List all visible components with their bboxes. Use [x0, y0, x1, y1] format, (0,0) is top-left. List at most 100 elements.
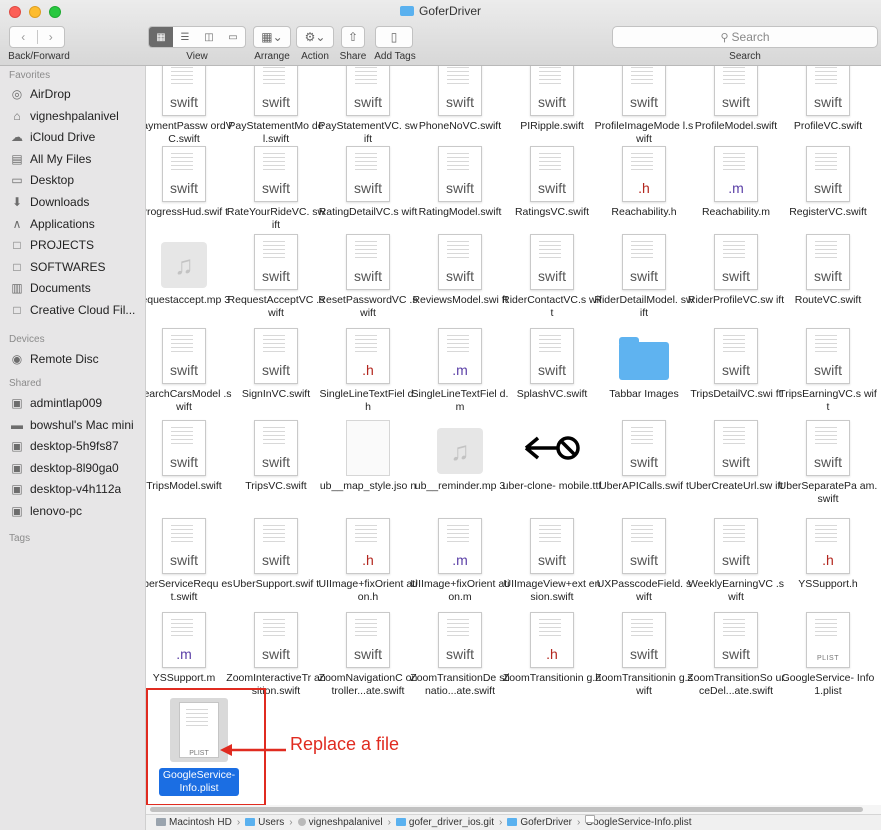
file-item[interactable]: swift PaymentPassw ordVC.swift — [146, 66, 233, 152]
file-item[interactable]: swift UberSupport.swif t — [230, 518, 322, 610]
selected-file-name[interactable]: GoogleService- Info.plist — [159, 768, 239, 796]
file-item[interactable]: swift ZoomTransitionDe stinatio...ate.swi… — [410, 612, 510, 704]
file-item[interactable]: .m Reachability.m — [690, 146, 782, 238]
swift-file-icon[interactable]: swift — [254, 612, 298, 668]
m-file-icon[interactable]: .m — [714, 146, 758, 202]
file-item[interactable]: swift ProgressHud.swif t — [146, 146, 230, 238]
file-item[interactable]: swift UIImageView+ext ension.swift — [504, 518, 601, 610]
swift-file-icon[interactable]: swift — [346, 234, 390, 290]
file-item[interactable]: swift WeeklyEarningVC .swift — [688, 518, 784, 610]
file-item[interactable]: swift ProfileVC.swift — [782, 66, 874, 152]
swift-file-icon[interactable]: swift — [254, 66, 298, 116]
file-item[interactable]: .h YSSupport.h — [782, 518, 874, 610]
sidebar-item-favorites-9[interactable]: ▥ Documents — [10, 278, 144, 298]
file-item[interactable]: ub__map_style.jso n — [320, 420, 416, 512]
file-item[interactable]: swift ZoomTransitionin g.swift — [595, 612, 693, 704]
swift-file-icon[interactable]: swift — [622, 518, 666, 574]
swift-file-icon[interactable]: swift — [806, 234, 850, 290]
swift-file-icon[interactable]: swift — [622, 420, 666, 476]
file-item[interactable]: swift RegisterVC.swift — [782, 146, 874, 238]
swift-file-icon[interactable]: swift — [254, 234, 298, 290]
swift-file-icon[interactable]: swift — [806, 66, 850, 116]
file-item[interactable]: swift RiderDetailModel. swift — [594, 234, 694, 326]
view-mode-control[interactable]: ▦ ☰ ◫ ▭ — [148, 26, 246, 48]
h-file-icon[interactable]: .h — [346, 328, 390, 384]
file-item[interactable]: swift SplashVC.swift — [506, 328, 598, 420]
sidebar-item-favorites-8[interactable]: □ SOFTWARES — [10, 257, 144, 277]
swift-file-icon[interactable]: swift — [254, 518, 298, 574]
back-forward-control[interactable]: ‹ › — [9, 26, 65, 48]
swift-file-icon[interactable]: swift — [530, 328, 574, 384]
file-item[interactable]: .h Reachability.h — [598, 146, 690, 238]
file-item[interactable]: swift TripsDetailVC.swi ft — [690, 328, 782, 420]
file-item[interactable]: swift ProfileImageMode l.swift — [595, 66, 693, 152]
sidebar-item-favorites-10[interactable]: □ Creative Cloud Fil... — [10, 300, 144, 320]
swift-file-icon[interactable]: swift — [438, 66, 482, 116]
audio-file-icon[interactable]: ♫ — [437, 428, 483, 474]
swift-file-icon[interactable]: swift — [806, 146, 850, 202]
column-view-icon[interactable]: ◫ — [197, 27, 221, 47]
file-item[interactable]: swift UberAPICalls.swif t — [598, 420, 690, 512]
sidebar-item-favorites-3[interactable]: ▤ All My Files — [10, 149, 144, 169]
path-segment[interactable]: GoogleService-Info.plist — [585, 815, 692, 830]
file-item[interactable]: swift TripsModel.swift — [146, 420, 230, 512]
sidebar-item-favorites-4[interactable]: ▭ Desktop — [10, 170, 144, 190]
swift-file-icon[interactable]: swift — [162, 518, 206, 574]
cover-flow-icon[interactable]: ▭ — [221, 27, 245, 47]
swift-file-icon[interactable]: swift — [622, 234, 666, 290]
action-button[interactable]: ⚙⌄ — [296, 26, 334, 48]
audio-file-icon[interactable]: ♫ — [161, 242, 207, 288]
path-segment[interactable]: gofer_driver_ios.git — [395, 815, 494, 830]
file-item[interactable]: swift UberSeparatePa am.swift — [779, 420, 877, 512]
json-file-icon[interactable] — [346, 420, 390, 476]
swift-file-icon[interactable]: swift — [714, 234, 758, 290]
path-segment[interactable]: Macintosh HD — [156, 815, 232, 830]
m-file-icon[interactable]: .m — [162, 612, 206, 668]
file-item[interactable]: .m SingleLineTextFiel d.m — [412, 328, 508, 420]
file-item[interactable]: ♫ requestaccept.mp 3 — [146, 234, 230, 326]
swift-file-icon[interactable]: swift — [530, 234, 574, 290]
file-item[interactable]: swift RatingsVC.swift — [506, 146, 598, 238]
file-item[interactable]: Tabbar Images — [598, 328, 690, 420]
swift-file-icon[interactable]: swift — [806, 328, 850, 384]
back-arrow-icon[interactable]: ‹ — [10, 30, 37, 44]
sidebar-item-shared-3[interactable]: ▣ desktop-8l90ga0 — [10, 458, 144, 478]
scrollbar-thumb[interactable] — [150, 807, 863, 812]
sidebar-item-favorites-0[interactable]: ◎ AirDrop — [10, 84, 144, 104]
swift-file-icon[interactable]: swift — [438, 146, 482, 202]
list-view-icon[interactable]: ☰ — [173, 27, 197, 47]
swift-file-icon[interactable]: swift — [162, 66, 206, 116]
file-item[interactable]: swift RiderContactVC.s wift — [502, 234, 602, 326]
h-file-icon[interactable]: .h — [806, 518, 850, 574]
file-item[interactable]: swift RouteVC.swift — [782, 234, 874, 326]
file-item[interactable]: uber-clone- mobile.ttf — [503, 420, 601, 512]
file-item[interactable]: swift RatingDetailVC.s wift — [319, 146, 417, 238]
file-item[interactable]: swift RiderProfileVC.sw ift — [688, 234, 784, 326]
swift-file-icon[interactable]: swift — [254, 420, 298, 476]
h-file-icon[interactable]: .h — [346, 518, 390, 574]
sidebar-item-favorites-5[interactable]: ⬇ Downloads — [10, 192, 144, 212]
swift-file-icon[interactable]: swift — [254, 328, 298, 384]
forward-arrow-icon[interactable]: › — [36, 30, 65, 44]
swift-file-icon[interactable]: swift — [162, 420, 206, 476]
file-item[interactable]: swift UberCreateUrl.sw ift — [689, 420, 783, 512]
swift-file-icon[interactable]: swift — [622, 612, 666, 668]
swift-file-icon[interactable]: swift — [346, 146, 390, 202]
file-item[interactable]: .m UIImage+fixOrient ation.m — [411, 518, 509, 610]
swift-file-icon[interactable]: swift — [162, 328, 206, 384]
sidebar-item-favorites-2[interactable]: ☁ iCloud Drive — [10, 127, 144, 147]
file-item[interactable]: swift TripsEarningVC.s wift — [779, 328, 877, 420]
sidebar-item-shared-4[interactable]: ▣ desktop-v4h112a — [10, 479, 144, 499]
search-input[interactable]: ⚲ Search — [612, 26, 878, 48]
swift-file-icon[interactable]: swift — [254, 146, 298, 202]
folder-icon[interactable] — [619, 337, 669, 380]
file-item[interactable]: swift UXPasscodeField. swift — [597, 518, 691, 610]
horizontal-scrollbar[interactable] — [146, 805, 881, 814]
sidebar-item-favorites-7[interactable]: □ PROJECTS — [10, 235, 144, 255]
file-item[interactable]: swift ResetPasswordVC .swift — [318, 234, 418, 326]
file-item[interactable]: .h ZoomTransitionin g.h — [503, 612, 601, 704]
file-item[interactable]: swift ZoomNavigationC ontroller...ate.swi… — [319, 612, 417, 704]
m-file-icon[interactable]: .m — [438, 518, 482, 574]
file-item[interactable]: swift UberServiceRequ est.swift — [146, 518, 232, 610]
share-button[interactable]: ⇧ — [341, 26, 365, 48]
